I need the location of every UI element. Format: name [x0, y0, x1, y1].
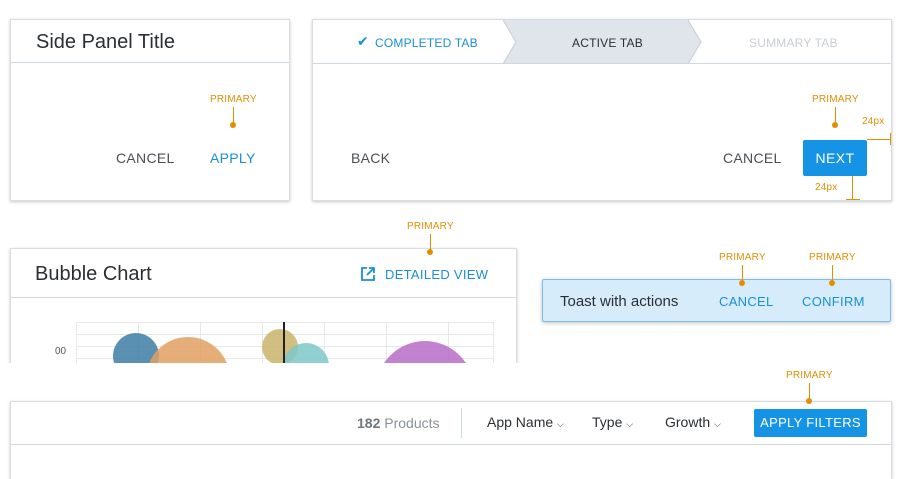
chevron-down-icon: ⌵ [626, 419, 634, 429]
primary-annotation: PRIMARY [407, 221, 454, 232]
filter-growth-label: Growth [665, 414, 711, 430]
external-link-icon [361, 267, 375, 281]
product-count-number: 182 [357, 415, 381, 431]
spacing-marker [846, 199, 860, 200]
spacing-marker [867, 139, 891, 140]
annotation-dot [806, 398, 812, 404]
toast-cancel-button[interactable]: CANCEL [719, 294, 774, 309]
chart-cutoff [0, 363, 530, 393]
primary-annotation: PRIMARY [786, 370, 833, 381]
side-panel-title: Side Panel Title [36, 31, 175, 53]
primary-annotation: PRIMARY [812, 94, 859, 105]
wizard-panel: ✔ COMPLETED TAB ACTIVE TAB SUMMARY TAB B… [312, 19, 892, 201]
divider [11, 62, 289, 63]
filter-growth[interactable]: Growth ⌵ [665, 414, 721, 430]
product-count-suffix: Products [384, 415, 440, 431]
toast-message: Toast with actions [560, 293, 679, 310]
next-button-label: NEXT [815, 150, 855, 166]
primary-annotation: PRIMARY [719, 252, 766, 263]
divider [11, 297, 516, 298]
annotation-dot [829, 280, 835, 286]
spacing-marker [852, 176, 853, 200]
chevron-down-icon: ⌵ [714, 419, 721, 429]
check-icon: ✔ [357, 33, 369, 49]
toast-confirm-button[interactable]: CONFIRM [802, 294, 865, 309]
filter-type-label: Type [592, 414, 623, 430]
spacing-marker [890, 133, 891, 145]
apply-button[interactable]: APPLY [210, 150, 256, 166]
side-panel: Side Panel Title CANCEL APPLY [10, 19, 290, 201]
bubble-chart-panel: Bubble Chart DETAILED VIEW 00 [10, 248, 517, 368]
annotation-dot [739, 280, 745, 286]
tab-summary: SUMMARY TAB [749, 36, 838, 50]
primary-annotation: PRIMARY [210, 94, 257, 105]
annotation-dot [832, 122, 838, 128]
annotation-dot [230, 122, 236, 128]
apply-filters-label: APPLY FILTERS [760, 415, 861, 430]
y-axis-tick: 00 [55, 346, 67, 357]
back-button[interactable]: BACK [351, 150, 390, 166]
apply-filters-button[interactable]: APPLY FILTERS [754, 409, 867, 437]
filter-app-name[interactable]: App Name ⌵ [487, 414, 564, 430]
chevron-down-icon: ⌵ [557, 419, 564, 429]
cancel-button[interactable]: CANCEL [723, 150, 782, 166]
vertical-marker-line [283, 322, 285, 368]
plot-area [76, 322, 494, 368]
divider [313, 63, 891, 64]
primary-annotation: PRIMARY [809, 252, 856, 263]
filter-bar: 182 Products App Name ⌵ Type ⌵ Growth ⌵ … [10, 401, 892, 479]
divider [11, 444, 891, 445]
divider-vertical [461, 408, 462, 438]
tab-completed-label: COMPLETED TAB [375, 36, 478, 50]
next-button[interactable]: NEXT [803, 140, 867, 176]
tab-active[interactable]: ACTIVE TAB [572, 36, 643, 50]
annotation-dot [427, 249, 433, 255]
filter-app-name-label: App Name [487, 414, 554, 430]
product-count: 182 Products [357, 415, 440, 431]
cancel-button[interactable]: CANCEL [116, 150, 175, 166]
bubble-chart-title: Bubble Chart [35, 263, 152, 285]
toast: Toast with actions CANCEL CONFIRM [542, 279, 891, 322]
filter-type[interactable]: Type ⌵ [592, 414, 633, 430]
spacing-right-label: 24px [862, 116, 885, 127]
detailed-view-label: DETAILED VIEW [385, 267, 489, 282]
spacing-bottom-label: 24px [815, 182, 838, 193]
